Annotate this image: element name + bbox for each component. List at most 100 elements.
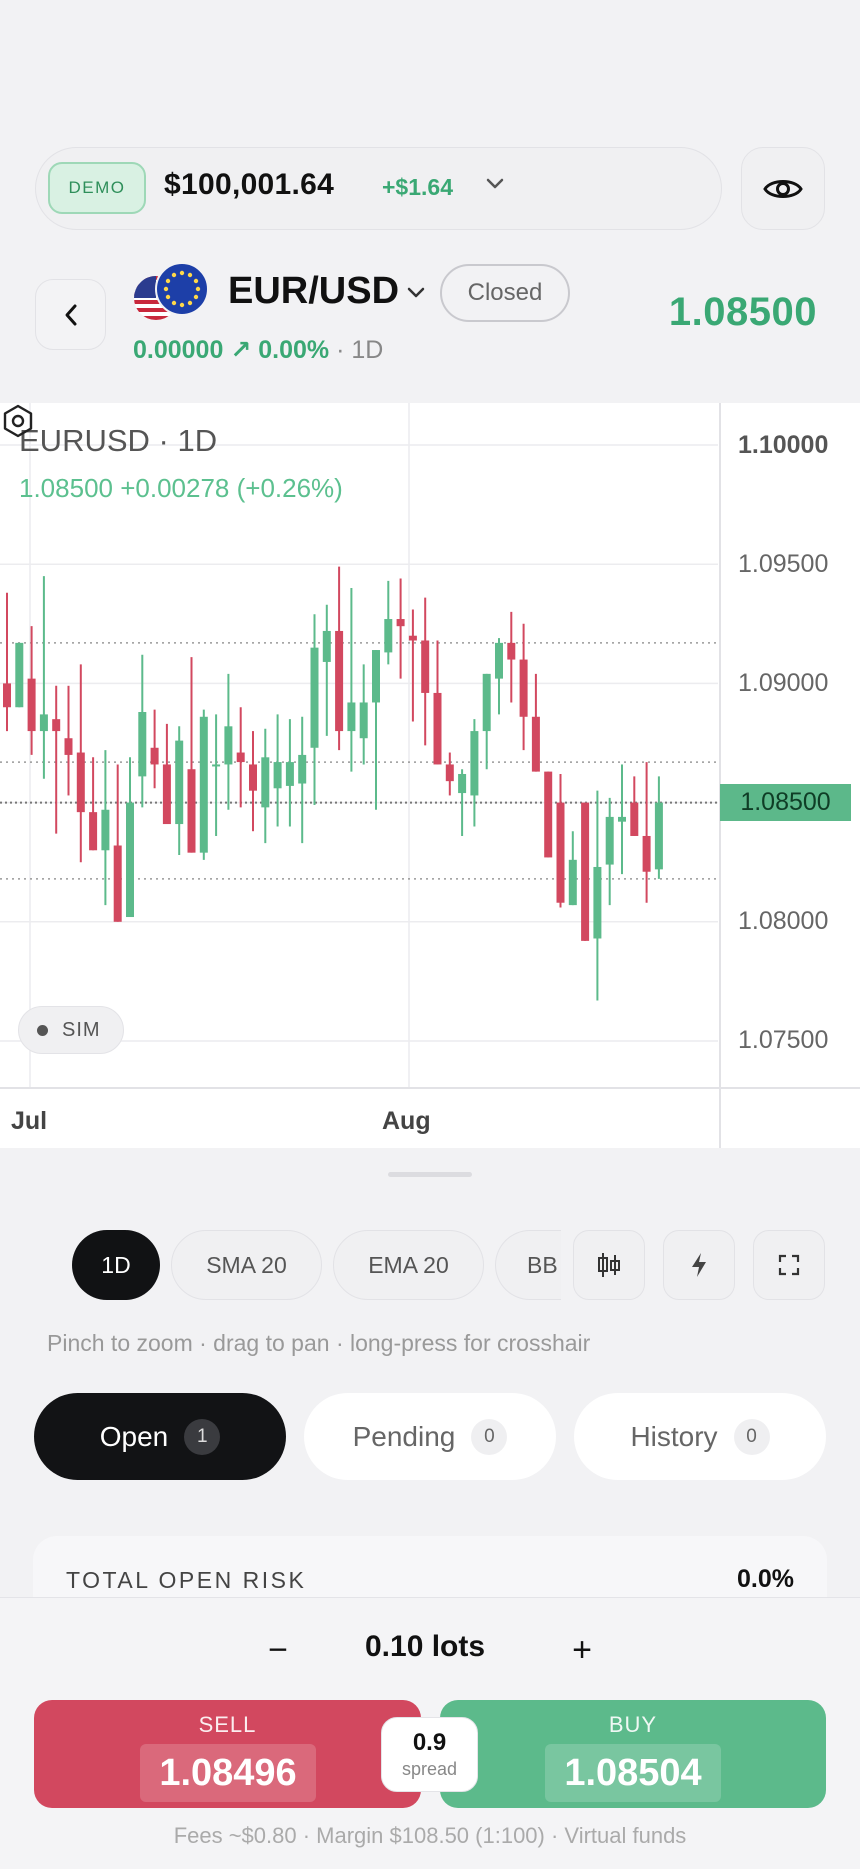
ema-chip[interactable]: EMA 20 xyxy=(333,1230,484,1300)
price-chart[interactable]: EURUSD · 1D 1.08500 +0.00278 (+0.26%) SI… xyxy=(0,403,860,1148)
candle-body xyxy=(310,647,319,748)
change-timeframe: · 1D xyxy=(336,336,384,364)
tab-count-badge: 0 xyxy=(733,1418,770,1455)
spread-badge: 0.9 spread xyxy=(381,1717,478,1792)
chart-ohlc-summary: 1.08500 +0.00278 (+0.26%) xyxy=(19,473,343,503)
candle-body xyxy=(359,702,368,739)
account-selector[interactable]: DEMO $100,001.64 +$1.64 xyxy=(35,147,722,230)
candle-body xyxy=(101,809,110,851)
candle-body xyxy=(335,630,344,732)
sma-chip[interactable]: SMA 20 xyxy=(171,1230,322,1300)
candle-body xyxy=(273,762,282,789)
sim-badge[interactable]: SIM xyxy=(18,1006,124,1054)
x-tick-label: Jul xyxy=(11,1107,48,1135)
candle-body xyxy=(372,650,380,703)
candle-body xyxy=(52,719,61,732)
lot-size: 0.10 lots xyxy=(365,1630,486,1663)
chart-settings-icon[interactable] xyxy=(0,403,36,439)
drag-handle[interactable] xyxy=(388,1172,472,1177)
decrease-lots-button[interactable]: − xyxy=(253,1625,303,1675)
candles-icon xyxy=(598,1253,620,1277)
candle-body xyxy=(236,752,245,763)
candle-body xyxy=(15,642,24,708)
candle-body xyxy=(249,764,257,791)
candle-body xyxy=(187,769,196,853)
candle-body xyxy=(482,673,491,732)
bb-chip[interactable]: BB xyxy=(495,1230,561,1300)
candle-body xyxy=(408,635,417,641)
fullscreen-button[interactable] xyxy=(753,1230,825,1300)
eye-icon xyxy=(763,179,803,198)
chevron-down-icon[interactable] xyxy=(405,283,427,303)
candle-body xyxy=(150,747,159,765)
tab-count-badge: 1 xyxy=(184,1418,221,1455)
candle-body xyxy=(285,762,294,786)
candle-body xyxy=(519,659,528,717)
lightning-icon xyxy=(692,1253,706,1277)
candle-body xyxy=(3,683,11,708)
buy-button[interactable]: BUY 1.08504 xyxy=(440,1700,826,1808)
timeframe-chip[interactable]: 1D xyxy=(72,1230,160,1300)
status-dot-icon xyxy=(37,1024,48,1036)
candlestick-plot[interactable] xyxy=(0,403,860,1148)
sell-label: SELL xyxy=(198,1712,257,1737)
candle-body xyxy=(347,702,356,732)
account-balance: $100,001.64 xyxy=(164,168,335,201)
buy-price: 1.08504 xyxy=(545,1744,721,1802)
tab-label: History xyxy=(630,1420,718,1452)
change-percent: ↗ 0.00% xyxy=(230,336,330,364)
fees-summary: Fees ~$0.80 · Margin $108.50 (1:100) · V… xyxy=(173,1823,687,1848)
candle-body xyxy=(322,630,331,662)
gesture-hint: Pinch to zoom · drag to pan · long-press… xyxy=(47,1330,591,1356)
chevron-down-icon xyxy=(486,178,504,189)
y-tick-label: 1.07500 xyxy=(738,1026,829,1054)
candle-body xyxy=(261,757,270,808)
tab-open[interactable]: Open 1 xyxy=(34,1393,286,1480)
account-pnl: +$1.64 xyxy=(382,174,453,200)
change-value: 0.00000 xyxy=(133,336,224,364)
candle-body xyxy=(89,812,98,851)
demo-badge: DEMO xyxy=(48,162,146,214)
spread-label: spread xyxy=(401,1759,458,1779)
candle-body xyxy=(531,716,540,772)
increase-lots-button[interactable]: + xyxy=(557,1625,607,1675)
tab-label: Open xyxy=(99,1420,169,1452)
toggle-visibility-button[interactable] xyxy=(741,147,825,230)
candle-body xyxy=(27,678,36,732)
market-status-badge: Closed xyxy=(440,264,570,322)
tab-count-badge: 0 xyxy=(471,1418,508,1455)
candle-body xyxy=(433,692,442,765)
currency-flags-icon xyxy=(134,262,209,320)
candle-body xyxy=(593,866,602,939)
candle-body xyxy=(556,802,565,903)
candle-body xyxy=(421,640,430,693)
back-button[interactable] xyxy=(35,279,106,350)
candle-body xyxy=(224,726,233,765)
candle-body xyxy=(212,764,221,767)
tab-pending[interactable]: Pending 0 xyxy=(304,1393,556,1480)
trading-screen: DEMO $100,001.64 +$1.64 EUR/USD Closed 1… xyxy=(0,0,860,1869)
candle-body xyxy=(605,816,614,865)
fullscreen-icon xyxy=(778,1254,800,1276)
candle-body xyxy=(39,714,48,732)
sell-button[interactable]: SELL 1.08496 xyxy=(34,1700,421,1808)
spread-value: 0.9 xyxy=(412,1729,447,1756)
instrument-price: 1.08500 xyxy=(668,290,817,334)
y-tick-label: 1.09500 xyxy=(738,550,829,578)
candle-body xyxy=(162,764,171,825)
candle-body xyxy=(64,738,73,755)
candle-body xyxy=(581,802,590,941)
candle-body xyxy=(495,642,503,679)
candle-body xyxy=(445,764,454,782)
quick-trade-button[interactable] xyxy=(663,1230,735,1300)
tab-history[interactable]: History 0 xyxy=(574,1393,826,1480)
candle-body xyxy=(618,816,626,822)
candle-body xyxy=(507,642,516,660)
tab-label: Pending xyxy=(352,1420,456,1452)
candle-body xyxy=(199,716,208,853)
candle-body xyxy=(175,740,184,825)
candle-body xyxy=(630,802,639,836)
current-price-label: 1.08500 xyxy=(720,784,851,821)
chart-type-button[interactable] xyxy=(573,1230,645,1300)
instrument-symbol[interactable]: EUR/USD xyxy=(228,270,399,313)
